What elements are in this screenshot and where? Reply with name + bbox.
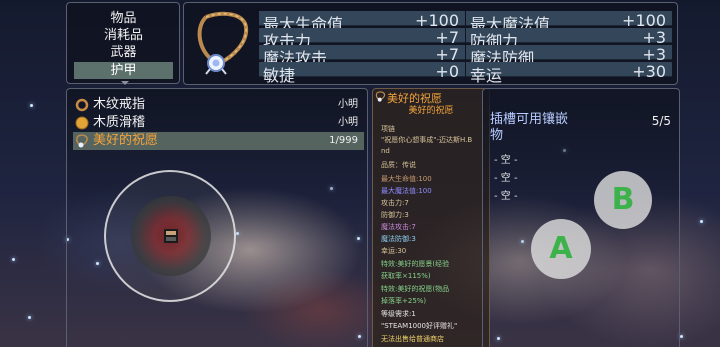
item-stats-panel: 最大生命值 +100 攻击力 +7 魔法攻击 +7 敏捷 +0 最大魔法值 +1… — [183, 2, 678, 85]
stat-magic-defense: 魔法防御 +3 — [466, 45, 672, 68]
detail-line: 防御力:3 — [381, 211, 409, 219]
b-button[interactable]: B — [594, 171, 652, 229]
detail-line: 特效:美好的祝愿(物品 — [381, 285, 450, 293]
detail-line: 魔法攻击:7 — [381, 223, 416, 231]
socket-count: 5/5 — [651, 114, 671, 128]
joystick-knob[interactable] — [131, 196, 211, 276]
detail-line: 等级需求:1 — [381, 310, 416, 318]
item-name: 美好的祝愿 — [93, 133, 159, 148]
socket-slot[interactable]: - 空 - — [494, 169, 518, 184]
stat-defense: 防御力 +3 — [466, 28, 672, 51]
socket-slot[interactable]: - 空 - — [494, 151, 518, 166]
stat-value: +30 — [632, 62, 666, 81]
item-quantity: 1/999 — [329, 135, 358, 146]
stat-agility: 敏捷 +0 — [259, 62, 465, 85]
stat-luck: 幸运 +30 — [466, 62, 672, 85]
stat-max-hp: 最大生命值 +100 — [259, 11, 465, 34]
coin-face-icon — [75, 116, 89, 130]
detail-line: "祝愿你心想事成"-迈达斯H.B — [381, 136, 473, 144]
stat-attack: 攻击力 +7 — [259, 28, 465, 51]
detail-line: 最大魔法值:100 — [381, 187, 432, 195]
detail-line: 最大生命值:100 — [381, 175, 432, 183]
detail-line: 获取率×115%) — [381, 272, 431, 280]
item-owner: 小明 — [338, 99, 358, 110]
sparkle-particle — [30, 104, 33, 107]
item-owner: 小明 — [338, 117, 358, 128]
detail-line: 项链 — [381, 125, 395, 133]
detail-line: nd — [381, 147, 390, 155]
category-consumables[interactable]: 消耗品 — [74, 27, 173, 44]
sparkle-particle — [12, 258, 15, 261]
a-button[interactable]: A — [531, 219, 591, 279]
detail-line: 魔法防御:3 — [381, 235, 416, 243]
detail-line: 特效:美好的愿景(经验 — [381, 260, 450, 268]
stat-label: 幸运 — [470, 66, 503, 85]
category-items[interactable]: 物品 — [74, 10, 173, 27]
detail-line: 掉落率+25%) — [381, 297, 427, 305]
detail-line: 幸运:30 — [381, 247, 407, 255]
necklace-icon — [375, 91, 386, 102]
item-detail-panel: 美好的祝愿 美好的祝愿 项链 "祝愿你心想事成"-迈达斯H.B nd 品质：传说… — [372, 88, 490, 347]
detail-line: 攻击力:7 — [381, 199, 409, 207]
list-item-selected[interactable]: 美好的祝愿 1/999 — [73, 132, 364, 150]
necklace-icon — [192, 9, 252, 77]
detail-line: 无法出售给普通商店 — [381, 335, 444, 343]
socket-slot[interactable]: - 空 - — [494, 187, 518, 202]
sparkle-particle — [680, 335, 683, 338]
list-item[interactable]: 木质滑稽 小明 — [73, 114, 364, 132]
detail-subtitle: 美好的祝愿 — [408, 106, 454, 116]
socket-panel: 插槽可用镶嵌物 5/5 - 空 - - 空 - - 空 - — [482, 88, 680, 347]
stat-magic-attack: 魔法攻击 +7 — [259, 45, 465, 68]
sparkle-particle — [28, 316, 31, 319]
stat-label: 敏捷 — [263, 66, 296, 85]
category-weapons[interactable]: 武器 — [74, 44, 173, 61]
list-item[interactable]: 木纹戒指 小明 — [73, 96, 364, 114]
category-menu: 物品 消耗品 武器 护甲 — [66, 2, 180, 85]
item-name: 木质滑稽 — [93, 115, 146, 130]
detail-line: 品质：传说 — [381, 161, 416, 169]
player-sprite-icon — [164, 229, 178, 243]
socket-title: 插槽可用镶嵌物 — [490, 112, 569, 143]
detail-line: "STEAM1000好评赠礼" — [381, 322, 458, 330]
stat-max-mp: 最大魔法值 +100 — [466, 11, 672, 34]
stat-value: +0 — [435, 62, 459, 81]
sparkle-particle — [700, 220, 703, 223]
necklace-icon — [76, 134, 88, 148]
chevron-down-icon — [121, 81, 129, 85]
category-armor[interactable]: 护甲 — [74, 62, 173, 79]
ring-icon — [75, 98, 89, 112]
item-name: 木纹戒指 — [93, 97, 146, 112]
